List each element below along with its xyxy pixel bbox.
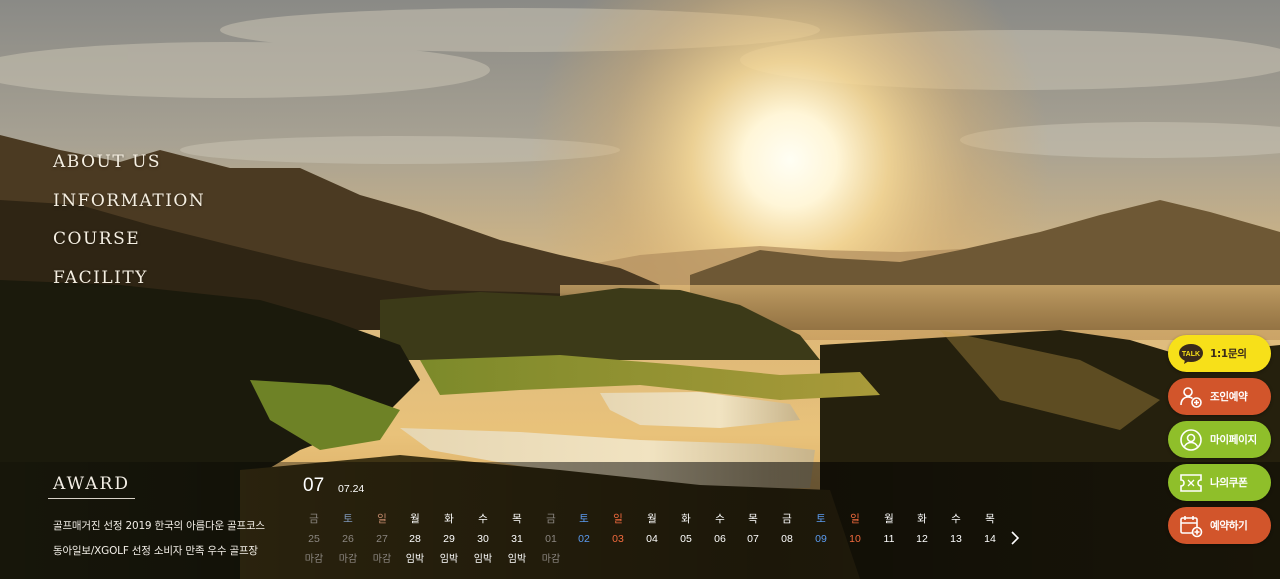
calendar-date[interactable]: 10 — [838, 531, 872, 547]
calendar-date[interactable]: 14 — [973, 531, 1007, 547]
calendar-weekday: 화 — [444, 513, 454, 525]
award-line-2[interactable]: 동아일보/XGOLF 선정 소비자 만족 우수 골프장 — [53, 543, 258, 558]
calendar-date[interactable]: 04 — [635, 531, 669, 547]
calendar-weekday: 토 — [579, 513, 589, 525]
calendar-weekday: 금 — [546, 513, 556, 525]
calendar-weekday: 목 — [985, 513, 995, 525]
calendar-status: 마감 — [338, 554, 358, 565]
calendar-weekday: 수 — [951, 513, 961, 525]
calendar-status: 마감 — [372, 554, 392, 565]
calendar-weekday: 목 — [512, 513, 522, 525]
nav-about-us[interactable]: ABOUT US — [53, 143, 205, 182]
join-reservation-button[interactable]: 조인예약 — [1168, 378, 1271, 415]
nav-information[interactable]: INFORMATION — [53, 182, 205, 221]
calendar-add-icon — [1178, 513, 1204, 539]
kakaotalk-icon-text: TALK — [1182, 351, 1200, 358]
calendar-weekday: 금 — [782, 513, 792, 525]
calendar-status: 임박 — [473, 554, 493, 565]
calendar-weekday: 금 — [309, 513, 319, 525]
calendar-status: 임박 — [405, 554, 425, 565]
my-coupon-button[interactable]: 나의쿠폰 — [1168, 464, 1271, 501]
nav-facility[interactable]: FACILITY — [53, 259, 205, 298]
my-coupon-label: 나의쿠폰 — [1210, 477, 1248, 489]
calendar-weekday: 수 — [478, 513, 488, 525]
calendar-date[interactable]: 01 — [534, 531, 568, 547]
calendar-weekday: 일 — [613, 513, 623, 525]
calendar-weekday: 토 — [816, 513, 826, 525]
calendar-date[interactable]: 09 — [804, 531, 838, 547]
calendar-date[interactable]: 03 — [601, 531, 635, 547]
calendar-date[interactable]: 13 — [939, 531, 973, 547]
calendar-weekday: 일 — [850, 513, 860, 525]
add-user-icon — [1178, 384, 1204, 410]
calendar-date[interactable]: 05 — [669, 531, 703, 547]
kakao-inquiry-label: 1:1문의 — [1210, 348, 1247, 360]
calendar-weekday: 월 — [410, 513, 420, 525]
award-line-1[interactable]: 골프매거진 선정 2019 한국의 아름다운 골프코스 — [53, 518, 265, 533]
calendar-weekday: 월 — [647, 513, 657, 525]
calendar-date[interactable]: 28 — [398, 531, 432, 547]
chevron-right-icon[interactable] — [1007, 531, 1023, 549]
calendar-date[interactable]: 31 — [500, 531, 534, 547]
my-page-button[interactable]: 마이페이지 — [1168, 421, 1271, 458]
calendar-status: 마감 — [541, 554, 561, 565]
make-reservation-label: 예약하기 — [1210, 520, 1248, 532]
award-title: AWARD — [48, 474, 135, 499]
nav-course[interactable]: COURSE — [53, 220, 205, 259]
calendar-status: 마감 — [304, 554, 324, 565]
my-page-label: 마이페이지 — [1210, 434, 1257, 446]
calendar-weekday: 일 — [377, 513, 387, 525]
calendar-month: 07 — [303, 475, 325, 496]
calendar-weekday: 월 — [884, 513, 894, 525]
calendar-date[interactable]: 27 — [365, 531, 399, 547]
calendar-date[interactable]: 11 — [872, 531, 906, 547]
calendar-status: 임박 — [439, 554, 459, 565]
calendar-date[interactable]: 06 — [703, 531, 737, 547]
calendar-date[interactable]: 12 — [905, 531, 939, 547]
calendar-date[interactable]: 08 — [770, 531, 804, 547]
calendar-today-date: 07.24 — [338, 483, 365, 495]
main-nav: ABOUT US INFORMATION COURSE FACILITY — [53, 143, 205, 297]
kakaotalk-icon: TALK — [1178, 341, 1204, 367]
calendar-weekday: 화 — [917, 513, 927, 525]
calendar-date[interactable]: 30 — [466, 531, 500, 547]
user-circle-icon — [1178, 427, 1204, 453]
calendar-weekday: 토 — [343, 513, 353, 525]
kakao-inquiry-button[interactable]: TALK 1:1문의 — [1168, 335, 1271, 372]
make-reservation-button[interactable]: 예약하기 — [1168, 507, 1271, 544]
coupon-icon — [1178, 470, 1204, 496]
join-reservation-label: 조인예약 — [1210, 391, 1248, 403]
calendar-status: 임박 — [507, 554, 527, 565]
calendar-date[interactable]: 02 — [567, 531, 601, 547]
calendar-date[interactable]: 26 — [331, 531, 365, 547]
calendar-date[interactable]: 29 — [432, 531, 466, 547]
calendar-weekday: 화 — [681, 513, 691, 525]
calendar-weekday: 수 — [715, 513, 725, 525]
calendar-weekday: 목 — [748, 513, 758, 525]
calendar-date[interactable]: 25 — [297, 531, 331, 547]
calendar-date[interactable]: 07 — [736, 531, 770, 547]
